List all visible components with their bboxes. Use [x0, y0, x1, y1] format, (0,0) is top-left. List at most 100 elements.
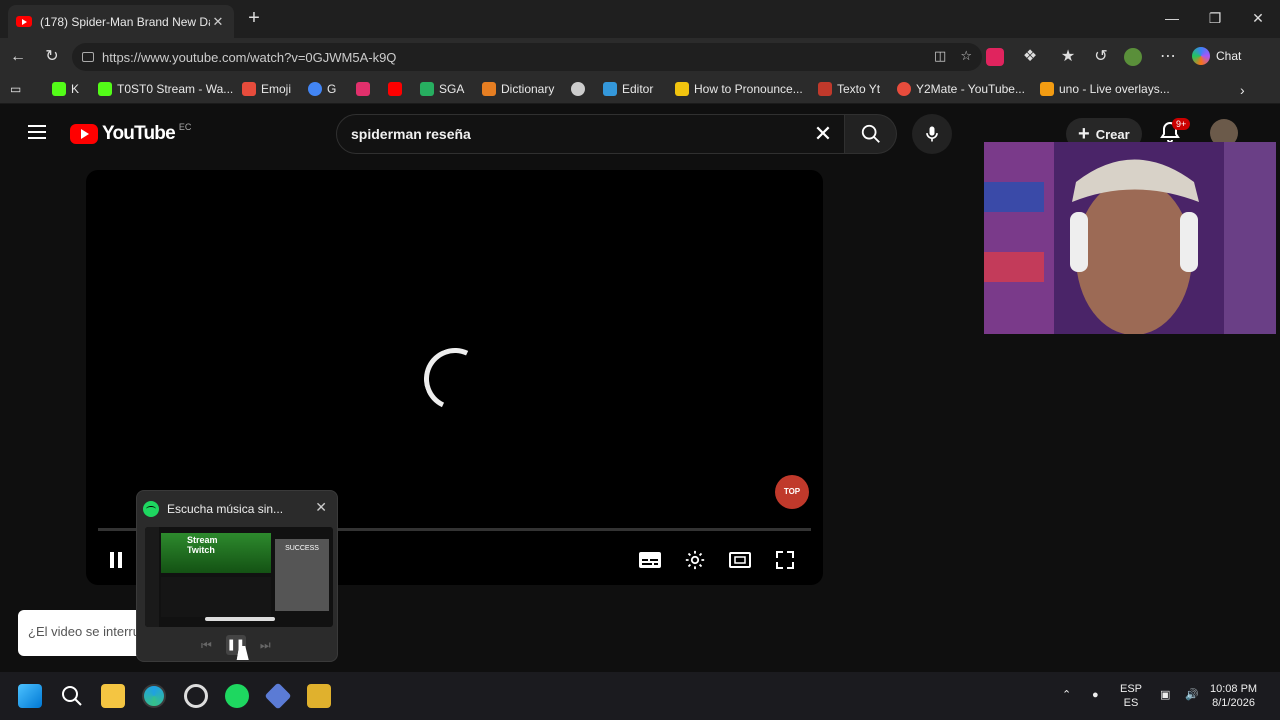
- search-input[interactable]: spiderman reseña: [336, 114, 845, 154]
- clock[interactable]: 10:08 PM 8/1/2026: [1210, 682, 1257, 710]
- bookmark-item[interactable]: Y2Mate - YouTube...: [897, 82, 1025, 96]
- bookmark-item[interactable]: uno - Live overlays...: [1040, 82, 1170, 96]
- search-taskbar-icon[interactable]: [60, 684, 84, 708]
- bookmark-item[interactable]: SGA: [420, 82, 464, 96]
- pronounce-icon: [675, 82, 689, 96]
- clear-search-icon[interactable]: ✕: [810, 121, 836, 147]
- edge-browser-icon[interactable]: [142, 684, 166, 708]
- spotify-taskbar-preview[interactable]: Escucha música sin... ✕ Stream Twitch SU…: [136, 490, 338, 662]
- thumb-sidebar: [145, 527, 159, 627]
- preview-title: Escucha música sin...: [167, 502, 284, 516]
- network-icon[interactable]: ▣: [1160, 688, 1170, 702]
- reload-icon[interactable]: ↻: [42, 47, 62, 67]
- gear-icon: [685, 550, 705, 570]
- site-info-icon[interactable]: [82, 52, 94, 62]
- restore-icon[interactable]: ❐: [1203, 8, 1227, 28]
- kick-icon: [98, 82, 112, 96]
- volume-icon[interactable]: 🔊: [1185, 688, 1199, 702]
- app-taskbar-icon[interactable]: [307, 684, 331, 708]
- y2mate-icon: [897, 82, 911, 96]
- webcam-image: [984, 142, 1276, 334]
- pause-icon: [110, 552, 122, 568]
- openai-icon: [571, 82, 585, 96]
- obs-icon[interactable]: [184, 684, 208, 708]
- new-tab-button[interactable]: +: [244, 8, 264, 28]
- voice-search-button[interactable]: [912, 114, 952, 154]
- theater-mode-button[interactable]: [726, 546, 754, 574]
- tab-active[interactable]: (178) Spider-Man Brand New Day: ✕: [8, 5, 234, 38]
- microphone-tray-icon[interactable]: ●: [1092, 688, 1099, 702]
- bookmark-item[interactable]: [388, 82, 402, 96]
- search-button[interactable]: [845, 114, 897, 154]
- tab-close-icon[interactable]: ✕: [210, 14, 226, 30]
- file-explorer-icon[interactable]: [101, 684, 125, 708]
- sidebar-toggle-icon[interactable]: ▭: [10, 82, 21, 96]
- settings-button[interactable]: [681, 546, 709, 574]
- youtube-logo[interactable]: YouTube EC: [70, 122, 191, 145]
- subtitles-button[interactable]: [636, 546, 664, 574]
- bookmark-item[interactable]: Texto Yt: [818, 82, 880, 96]
- app-available-icon[interactable]: ◫: [934, 48, 946, 64]
- subtitles-icon: [639, 552, 661, 568]
- windows-start-icon[interactable]: [18, 684, 42, 708]
- profile-avatar-icon[interactable]: [1124, 48, 1142, 66]
- spotify-icon: [143, 501, 159, 517]
- close-preview-icon[interactable]: ✕: [315, 499, 327, 516]
- history-icon[interactable]: ↺: [1091, 47, 1111, 67]
- extension-icon[interactable]: [986, 48, 1004, 66]
- spotify-taskbar-icon[interactable]: [225, 684, 249, 708]
- copilot-chat-button[interactable]: Chat: [1192, 47, 1241, 65]
- bookmarks-bar: ▭ K T0ST0 Stream - Wa... Emoji G SGA Dic…: [0, 76, 1280, 104]
- bookmark-item[interactable]: K: [52, 82, 79, 96]
- fullscreen-button[interactable]: [771, 546, 799, 574]
- uno-icon: [1040, 82, 1054, 96]
- extensions-puzzle-icon[interactable]: ❖: [1020, 47, 1040, 67]
- youtube-play-icon: [70, 124, 98, 144]
- fullscreen-icon: [776, 551, 794, 569]
- emoji-icon: [242, 82, 256, 96]
- bookmark-item[interactable]: Editor: [603, 82, 653, 96]
- more-options-icon[interactable]: ⋯: [1158, 47, 1178, 67]
- favorite-star-icon[interactable]: ☆: [960, 48, 972, 64]
- bookmark-item[interactable]: How to Pronounce...: [675, 82, 803, 96]
- previous-track-icon[interactable]: ⏮: [201, 638, 212, 653]
- mouse-cursor-icon: [236, 646, 252, 660]
- plus-icon: +: [1078, 123, 1090, 145]
- chevron-right-icon[interactable]: ›: [1240, 82, 1245, 98]
- chat-label: Chat: [1216, 49, 1242, 63]
- webcam-overlay: [984, 142, 1276, 334]
- thumb-playback-bar: [205, 617, 275, 621]
- back-icon[interactable]: ←: [8, 47, 28, 67]
- streamlabs-icon[interactable]: [264, 682, 292, 710]
- address-bar[interactable]: https://www.youtube.com/watch?v=0GJWM5A-…: [72, 43, 982, 71]
- bookmark-item[interactable]: T0ST0 Stream - Wa...: [98, 82, 233, 96]
- bookmark-item[interactable]: [571, 82, 585, 96]
- next-track-icon[interactable]: ⏭: [260, 638, 271, 653]
- url-text: https://www.youtube.com/watch?v=0GJWM5A-…: [102, 49, 397, 65]
- instagram-icon: [356, 82, 370, 96]
- thumb-album-art: SUCCESS: [275, 539, 329, 611]
- window-close-icon[interactable]: ✕: [1246, 8, 1270, 28]
- bookmark-item[interactable]: [356, 82, 370, 96]
- notification-badge: 9+: [1172, 118, 1191, 130]
- favorites-icon[interactable]: ★: [1058, 47, 1078, 67]
- preview-thumbnail[interactable]: Stream Twitch SUCCESS: [145, 527, 333, 627]
- copilot-icon: [1192, 47, 1210, 65]
- sga-icon: [420, 82, 434, 96]
- chevron-up-icon[interactable]: ⌃: [1062, 688, 1071, 702]
- texto-icon: [818, 82, 832, 96]
- pause-button[interactable]: [102, 546, 130, 574]
- editor-icon: [603, 82, 617, 96]
- menu-icon[interactable]: [28, 125, 46, 139]
- tab-title: (178) Spider-Man Brand New Day:: [40, 14, 210, 29]
- bookmark-item[interactable]: Emoji: [242, 82, 291, 96]
- theater-icon: [729, 552, 751, 568]
- minimize-icon[interactable]: —: [1160, 8, 1184, 28]
- language-indicator[interactable]: ESP ES: [1120, 682, 1142, 710]
- bookmark-item[interactable]: Dictionary: [482, 82, 554, 96]
- search-icon: [861, 124, 880, 143]
- navigation-bar: ← ↻ https://www.youtube.com/watch?v=0GJW…: [0, 38, 1280, 76]
- channel-watermark[interactable]: TOP: [775, 475, 809, 509]
- bookmark-item[interactable]: G: [308, 82, 336, 96]
- video-interrupt-prompt[interactable]: ¿El video se interru: [18, 610, 138, 656]
